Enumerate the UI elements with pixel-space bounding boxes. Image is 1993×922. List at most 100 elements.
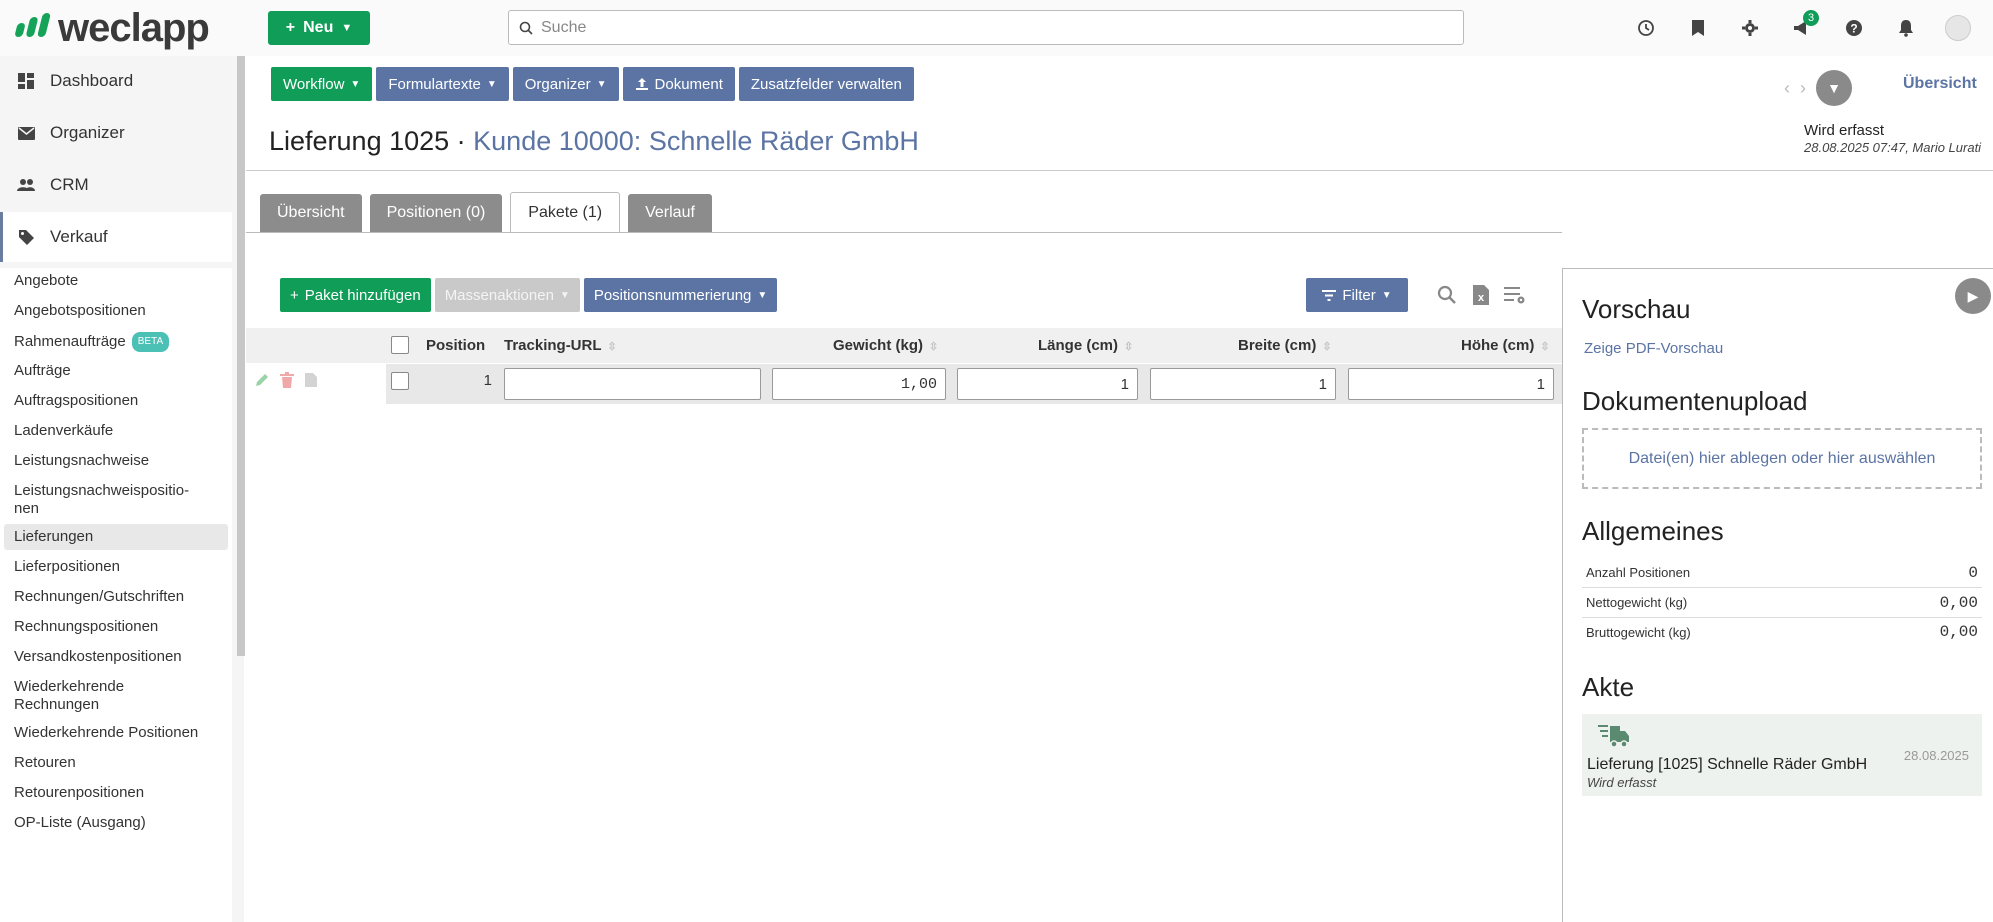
subnav-item-auftraege[interactable]: Aufträge [4,358,228,384]
subnav-item-leistungsnachweispositionen[interactable]: Leistungsnachweispositio- nen [4,478,228,522]
app-logo[interactable]: weclapp [14,5,210,50]
column-header-height[interactable]: Höhe (cm) ⇳ [1461,337,1550,354]
new-button-label: Neu [303,19,334,36]
subnav-item-lieferpositionen[interactable]: Lieferpositionen [4,554,228,580]
organizer-button[interactable]: Organizer ▼ [512,67,619,101]
logo-text: weclapp [58,5,210,50]
position-numbering-button[interactable]: Positionsnummerierung ▼ [583,278,778,312]
subnav-item-retouren[interactable]: Retouren [4,750,228,776]
formulartexte-button[interactable]: Formulartexte ▼ [376,67,509,101]
settings-gear-icon[interactable] [1724,12,1776,44]
search-icon[interactable] [1434,282,1460,308]
divider [246,170,1993,171]
sidebar-item-verkauf[interactable]: Verkauf [0,212,232,262]
record-status: Wird erfasst 28.08.2025 07:47, Mario Lur… [1804,122,1981,155]
upload-icon [635,78,648,90]
previous-record-icon[interactable]: ‹ [1784,78,1790,99]
collapse-button[interactable]: ▼ [1816,70,1852,106]
subnav-item-wiederkehrende-positionen[interactable]: Wiederkehrende Positionen [4,720,228,746]
subnav-item-versandkostenpositionen[interactable]: Versandkostenpositionen [4,644,228,670]
akte-heading: Akte [1582,672,1635,702]
column-settings-icon[interactable] [1502,282,1528,308]
delete-trash-icon[interactable] [280,372,294,391]
copy-document-icon[interactable] [304,372,318,391]
subnav-item-leistungsnachweise[interactable]: Leistungsnachweise [4,448,228,474]
row-actions [254,372,318,391]
customer-link[interactable]: Kunde 10000: Schnelle Räder GmbH [473,126,919,156]
subnav-item-lieferungen[interactable]: Lieferungen [4,524,228,550]
help-icon[interactable]: ? [1828,12,1880,44]
add-package-button[interactable]: + Paket hinzufügen [280,278,431,312]
sidebar: Dashboard Organizer CRM Verkauf Angebote… [0,56,245,922]
zusatzfelder-button[interactable]: Zusatzfelder verwalten [738,67,914,101]
pdf-preview-link[interactable]: Zeige PDF-Vorschau [1584,340,1723,357]
mail-icon [16,123,36,143]
document-dropzone[interactable]: Datei(en) hier ablegen oder hier auswähl… [1582,428,1982,489]
excel-export-icon[interactable]: x [1468,282,1494,308]
weight-input[interactable]: 1,00 [772,368,946,400]
tab-verlauf[interactable]: Verlauf [628,194,712,232]
column-header-weight[interactable]: Gewicht (kg) ⇳ [833,337,938,354]
width-input[interactable]: 1 [1150,368,1336,400]
subnav-item-rechnungspositionen[interactable]: Rechnungspositionen [4,614,228,640]
sort-icon: ⇳ [1540,341,1550,353]
next-record-icon[interactable]: › [1800,78,1806,99]
sort-icon: ⇳ [607,341,617,353]
mass-actions-button[interactable]: Massenaktionen ▼ [434,278,580,312]
sidebar-item-dashboard[interactable]: Dashboard [0,56,232,106]
record-title: Lieferung 1025 · [269,126,474,156]
sidebar-item-label: Dashboard [50,71,134,90]
bell-icon[interactable] [1880,12,1932,44]
divider [246,232,1562,233]
edit-pencil-icon[interactable] [254,372,270,391]
column-header-width[interactable]: Breite (cm) ⇳ [1238,337,1332,354]
column-header-tracking[interactable]: Tracking-URL ⇳ [504,337,617,354]
sidebar-item-crm[interactable]: CRM [0,160,232,210]
new-button[interactable]: + Neu ▼ [268,11,370,45]
collapse-panel-button[interactable]: ▶ [1955,278,1991,314]
dashboard-icon [16,71,36,91]
tab-uebersicht[interactable]: Übersicht [260,194,362,232]
subnav-item-angebote[interactable]: Angebote [4,268,228,294]
workflow-button[interactable]: Workflow ▼ [271,67,373,101]
akte-entry-status: Wird erfasst [1587,775,1657,790]
length-input[interactable]: 1 [957,368,1138,400]
column-header-position[interactable]: Position [426,337,485,354]
subnav-item-auftragspositionen[interactable]: Auftragspositionen [4,388,228,414]
logo-mark-icon [14,13,52,43]
history-icon[interactable] [1620,12,1672,44]
subnav-item-rechnungen-gutschriften[interactable]: Rechnungen/Gutschriften [4,584,228,610]
tab-positionen[interactable]: Positionen (0) [369,194,503,232]
akte-entry-title: Lieferung [1025] Schnelle Räder GmbH [1587,756,1868,773]
sidebar-scrollbar[interactable] [237,56,245,656]
filter-button[interactable]: Filter ▼ [1306,278,1408,312]
tracking-url-input[interactable] [504,368,761,400]
row-checkbox[interactable] [391,372,409,390]
subnav-item-rahmenauftraege[interactable]: Rahmenaufträge BETA [4,328,228,356]
upload-heading: Dokumentenupload [1582,386,1808,416]
table-header: Position Tracking-URL ⇳ Gewicht (kg) ⇳ Län… [246,328,1562,363]
overview-link[interactable]: Übersicht [1903,75,1977,93]
subnav-item-wiederkehrende-rechnungen[interactable]: Wiederkehrende Rechnungen [4,674,154,718]
user-avatar[interactable] [1932,12,1984,44]
announcement-megaphone-icon[interactable]: 3 [1776,10,1828,44]
dokument-upload-button[interactable]: Dokument [622,67,735,101]
tab-pakete[interactable]: Pakete (1) [510,192,621,232]
global-search[interactable] [508,10,1464,45]
page-title: Lieferung 1025 · Kunde 10000: Schnelle R… [269,126,919,157]
subnav-item-retourenpositionen[interactable]: Retourenpositionen [4,780,228,806]
sidebar-item-organizer[interactable]: Organizer [0,108,232,158]
select-all-checkbox[interactable] [391,336,409,354]
column-header-length[interactable]: Länge (cm) ⇳ [1038,337,1133,354]
akte-entry[interactable]: Lieferung [1025] Schnelle Räder GmbH Wir… [1582,714,1982,796]
bookmark-icon[interactable] [1672,12,1724,44]
chevron-down-icon: ▼ [350,78,361,90]
svg-text:x: x [1478,292,1485,304]
chevron-down-icon: ▼ [757,289,768,301]
subnav-item-op-liste[interactable]: OP-Liste (Ausgang) [4,810,228,836]
subnav-item-ladenverkaeufe[interactable]: Ladenverkäufe [4,418,228,444]
chevron-down-icon: ▼ [596,78,607,90]
subnav-item-angebotspositionen[interactable]: Angebotspositionen [4,298,228,324]
height-input[interactable]: 1 [1348,368,1554,400]
search-input[interactable] [541,18,1421,37]
